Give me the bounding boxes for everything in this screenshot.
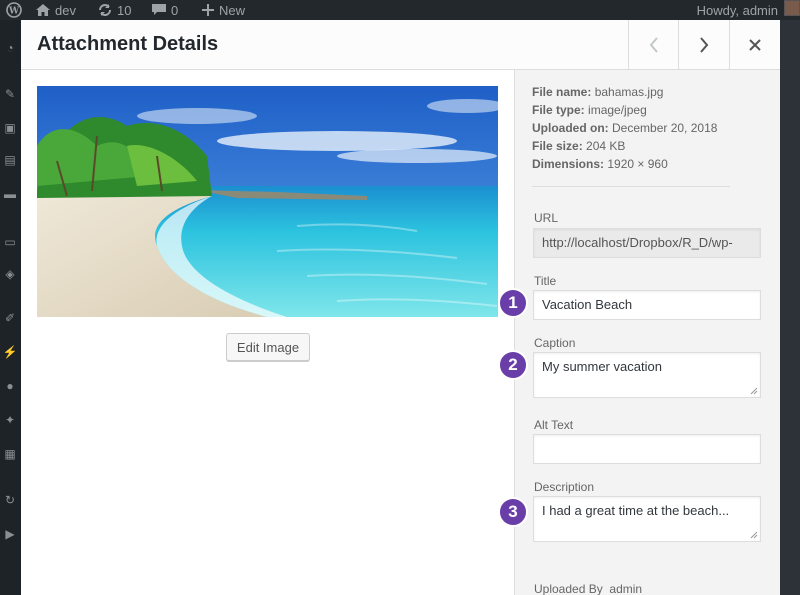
play-icon[interactable]: ▶ bbox=[2, 526, 18, 542]
howdy-text: Howdy, admin bbox=[696, 2, 778, 18]
edit-image-button[interactable]: Edit Image bbox=[226, 333, 310, 361]
avatar[interactable] bbox=[784, 0, 800, 16]
description-label: Description bbox=[534, 480, 595, 494]
next-button[interactable] bbox=[678, 20, 728, 70]
chevron-left-icon bbox=[649, 37, 658, 53]
resize-grip-icon[interactable] bbox=[750, 387, 758, 395]
file-type: image/jpeg bbox=[588, 103, 647, 117]
beach-image bbox=[37, 86, 498, 317]
attachment-preview: Edit Image bbox=[21, 70, 514, 595]
woocommerce-icon[interactable]: ▭ bbox=[2, 234, 18, 250]
products-icon[interactable]: ◈ bbox=[2, 266, 18, 282]
previous-button[interactable] bbox=[628, 20, 678, 70]
title-label: Title bbox=[534, 274, 557, 288]
caption-label: Caption bbox=[534, 336, 576, 350]
alt-text-label: Alt Text bbox=[534, 418, 574, 432]
file-name-label: File name: bbox=[532, 85, 592, 99]
posts-icon[interactable]: ✎ bbox=[2, 86, 18, 102]
media-icon[interactable]: ▣ bbox=[2, 120, 18, 136]
admin-bar: W dev 10 0 New Howdy, admin bbox=[0, 0, 800, 20]
description-text: I had a great time at the beach... bbox=[542, 503, 730, 518]
file-type-label: File type: bbox=[532, 103, 585, 117]
modal-title: Attachment Details bbox=[37, 33, 219, 55]
file-details: File name: bahamas.jpg File type: image/… bbox=[532, 83, 717, 173]
resize-grip-icon[interactable] bbox=[750, 531, 758, 539]
title-field[interactable]: Vacation Beach bbox=[533, 290, 761, 320]
comments-menu-icon[interactable]: ▬ bbox=[2, 186, 18, 202]
my-account-link[interactable]: Howdy, admin bbox=[697, 0, 778, 20]
uploaded-by-label: Uploaded By bbox=[534, 582, 603, 595]
updates-link[interactable]: 10 bbox=[98, 0, 131, 20]
settings-icon[interactable]: ▦ bbox=[2, 446, 18, 462]
file-name: bahamas.jpg bbox=[594, 85, 664, 99]
callout-badge-1: 1 bbox=[498, 288, 528, 318]
close-icon bbox=[748, 39, 761, 51]
plugins-icon[interactable]: ⚡ bbox=[2, 344, 18, 360]
file-size-label: File size: bbox=[532, 139, 583, 153]
uploaded-by: Uploaded By admin bbox=[534, 582, 642, 595]
uploaded-by-user: admin bbox=[609, 582, 643, 595]
callout-badge-3: 3 bbox=[498, 497, 528, 527]
dashboard-icon[interactable]: ◔ bbox=[2, 40, 18, 56]
svg-text:W: W bbox=[8, 7, 20, 17]
chevron-right-icon bbox=[699, 37, 708, 53]
plus-icon bbox=[202, 4, 214, 16]
dimensions-label: Dimensions: bbox=[532, 157, 605, 171]
comment-icon bbox=[152, 4, 166, 15]
url-label: URL bbox=[534, 211, 559, 225]
admin-menu: ◔ ✎ ▣ ▤ ▬ ▭ ◈ ✐ ⚡ ● ✦ ▦ ↻ ▶ bbox=[0, 20, 21, 595]
url-field[interactable]: http://localhost/Dropbox/R_D/wp- bbox=[533, 228, 761, 258]
site-name-link[interactable]: dev bbox=[36, 0, 76, 20]
description-field[interactable]: I had a great time at the beach... bbox=[533, 496, 761, 542]
home-icon bbox=[36, 4, 50, 16]
dimensions: 1920 × 960 bbox=[607, 157, 668, 171]
divider bbox=[532, 186, 730, 187]
updates-count: 10 bbox=[117, 2, 132, 18]
new-content-link[interactable]: New bbox=[202, 0, 245, 20]
pages-icon[interactable]: ▤ bbox=[2, 152, 18, 168]
updates-icon bbox=[99, 4, 111, 16]
attachment-info-sidebar: File name: bahamas.jpg File type: image/… bbox=[514, 70, 780, 595]
comments-count: 0 bbox=[171, 2, 179, 18]
caption-text: My summer vacation bbox=[542, 359, 662, 374]
refresh-icon[interactable]: ↻ bbox=[2, 492, 18, 508]
uploaded-on: December 20, 2018 bbox=[612, 121, 718, 135]
site-name: dev bbox=[55, 2, 76, 18]
appearance-icon[interactable]: ✐ bbox=[2, 310, 18, 326]
uploaded-on-label: Uploaded on: bbox=[532, 121, 609, 135]
users-icon[interactable]: ● bbox=[2, 378, 18, 394]
callout-badge-2: 2 bbox=[498, 350, 528, 380]
alt-text-field[interactable] bbox=[533, 434, 761, 464]
caption-field[interactable]: My summer vacation bbox=[533, 352, 761, 398]
comments-link[interactable]: 0 bbox=[152, 0, 178, 20]
close-button[interactable] bbox=[729, 20, 779, 70]
file-size: 204 KB bbox=[586, 139, 626, 153]
backdrop-strip bbox=[780, 20, 800, 595]
attachment-details-modal: Attachment Details Edit Image File name:… bbox=[21, 20, 780, 595]
tools-icon[interactable]: ✦ bbox=[2, 412, 18, 428]
modal-header: Attachment Details bbox=[21, 20, 780, 70]
wordpress-logo-icon[interactable]: W bbox=[6, 0, 22, 20]
new-label: New bbox=[219, 2, 246, 18]
